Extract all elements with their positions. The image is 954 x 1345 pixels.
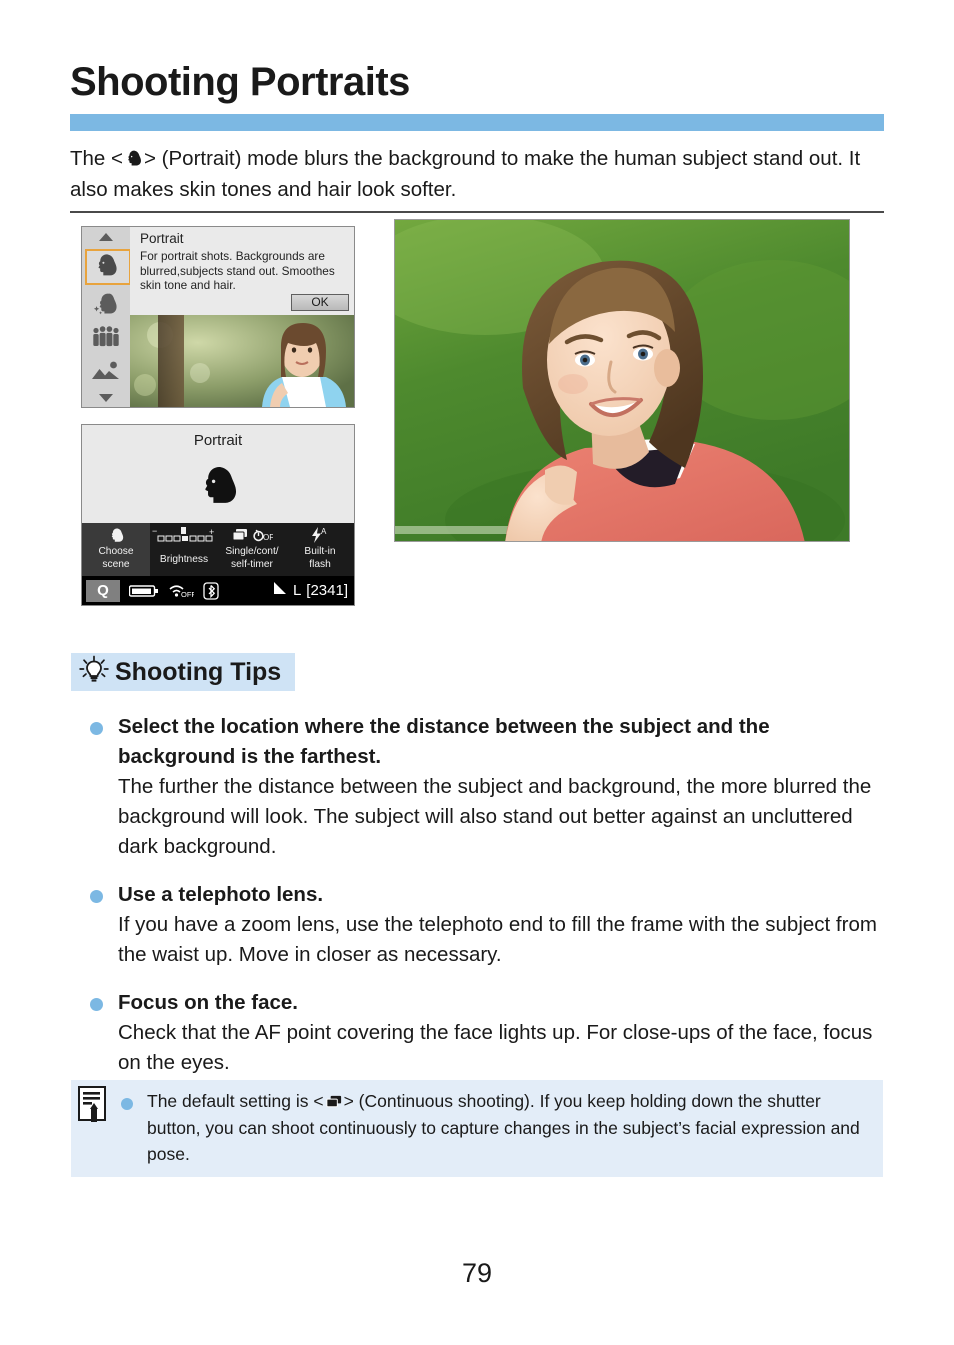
- sidebar-item-landscape-scene[interactable]: [82, 355, 130, 387]
- tip-item: Select the location where the distance b…: [70, 712, 890, 862]
- manual-page: Shooting Portraits The < > (Portrait) mod…: [0, 0, 954, 1345]
- portrait-scene-icon: [98, 254, 117, 276]
- svg-text:A: A: [321, 527, 327, 536]
- tip-item: Use a telephoto lens. If you have a zoom…: [70, 880, 890, 970]
- scene-description-panel: Portrait For portrait shots. Backgrounds…: [130, 227, 354, 315]
- intro-text-before: The <: [70, 147, 123, 170]
- lightbulb-icon: [79, 655, 109, 690]
- memo-note-icon: [77, 1086, 111, 1124]
- tip-item: Focus on the face. Check that the AF poi…: [70, 988, 890, 1078]
- page-number: 79: [461, 1258, 493, 1288]
- svg-text:−: −: [152, 526, 157, 536]
- bullet-icon: [90, 998, 103, 1011]
- brightness-scale-icon: − +: [150, 525, 218, 545]
- sidebar-item-smooth-skin-scene[interactable]: [82, 284, 130, 321]
- scroll-up-arrow-icon[interactable]: [82, 227, 130, 247]
- continuous-shooting-icon: [325, 1091, 343, 1108]
- tip-body: The further the distance between the sub…: [118, 775, 872, 858]
- shooting-tips-header: Shooting Tips: [71, 653, 296, 691]
- smooth-skin-scene-icon: [93, 293, 117, 315]
- status-right-group: L [2341]: [273, 581, 348, 600]
- scene-sidebar[interactable]: [82, 227, 131, 407]
- portrait-mode-icon: [82, 463, 354, 509]
- intro-paragraph: The < > (Portrait) mode blurs the backgro…: [70, 143, 888, 205]
- sidebar-item-portrait-scene[interactable]: [82, 247, 131, 285]
- note-box: The default setting is < > (Continuous sh…: [71, 1080, 883, 1177]
- quick-item-label-line1: Brightness: [159, 554, 209, 565]
- quick-control-button[interactable]: Q: [86, 579, 120, 602]
- shooting-mode-label: Portrait: [193, 432, 243, 449]
- wifi-off-icon: OFF: [168, 583, 194, 599]
- title-accent-rule: [70, 114, 884, 131]
- svg-text:OFF: OFF: [263, 533, 273, 542]
- tip-body: Check that the AF point covering the fac…: [118, 1021, 873, 1074]
- svg-text:OFF: OFF: [181, 590, 194, 599]
- quick-item-label-line1: Choose: [98, 546, 134, 557]
- image-quality-label: L: [292, 582, 302, 599]
- tip-body: If you have a zoom lens, use the telepho…: [118, 913, 877, 966]
- quick-control-bar: Choose scene − + Brightness O Single/con…: [82, 523, 354, 576]
- quick-item-label-line1: Built-in: [304, 546, 336, 557]
- quick-control-screen: Portrait Choose scene − + Brightness O S…: [81, 424, 355, 606]
- quick-item-label-line2: scene: [102, 559, 130, 570]
- tip-title: Focus on the face.: [118, 991, 298, 1014]
- note-text-before: The default setting is <: [147, 1091, 324, 1111]
- bullet-icon: [90, 890, 103, 903]
- portrait-mode-icon: [124, 146, 143, 166]
- quick-item-drive-mode[interactable]: OFF Single/cont/ self-timer: [218, 523, 286, 576]
- quick-item-label-line1: Single/cont/: [225, 546, 279, 557]
- tip-title: Use a telephoto lens.: [118, 883, 324, 906]
- quick-item-brightness[interactable]: − + Brightness: [150, 523, 218, 576]
- quick-item-builtin-flash[interactable]: A Built-in flash: [286, 523, 354, 576]
- status-bar: Q OFF: [82, 576, 354, 605]
- group-photo-scene-icon: [93, 326, 119, 347]
- battery-icon: [129, 584, 159, 598]
- intro-text-after: > (Portrait) mode blurs the background t…: [70, 147, 861, 201]
- bullet-icon: [90, 722, 103, 735]
- quick-item-choose-scene[interactable]: Choose scene: [82, 523, 150, 576]
- quick-item-label-line2: self-timer: [231, 559, 273, 570]
- flash-auto-icon: A: [286, 525, 354, 545]
- tip-title: Select the location where the distance b…: [118, 715, 770, 768]
- portrait-mode-icon: [82, 525, 150, 545]
- sidebar-item-group-photo-scene[interactable]: [82, 321, 130, 356]
- bullet-icon: [121, 1098, 133, 1110]
- scene-panel-title: Portrait: [140, 231, 184, 246]
- drive-mode-icon: [232, 528, 247, 540]
- portrait-sample-photo: [394, 219, 850, 542]
- shots-remaining: [2341]: [306, 582, 348, 599]
- landscape-scene-icon: [92, 361, 119, 380]
- bluetooth-icon: [203, 581, 219, 600]
- section-divider: [70, 211, 884, 213]
- image-quality-icon: [273, 581, 288, 600]
- ok-button[interactable]: OK: [291, 294, 349, 311]
- scene-select-screen: Portrait For portrait shots. Backgrounds…: [81, 226, 355, 408]
- note-text: The default setting is < > (Continuous sh…: [147, 1088, 867, 1168]
- scene-preview-photo: [130, 315, 354, 407]
- quick-item-label-line2: flash: [309, 559, 331, 570]
- shooting-tips-heading: Shooting Tips: [115, 657, 282, 686]
- quick-control-preview: Portrait: [82, 425, 354, 523]
- self-timer-off-icon: OFF: [253, 529, 273, 542]
- page-title: Shooting Portraits: [70, 60, 410, 104]
- scroll-down-arrow-icon[interactable]: [82, 387, 130, 407]
- shooting-tips-list: Select the location where the distance b…: [70, 712, 890, 1096]
- scene-panel-description: For portrait shots. Backgrounds are blur…: [140, 249, 335, 292]
